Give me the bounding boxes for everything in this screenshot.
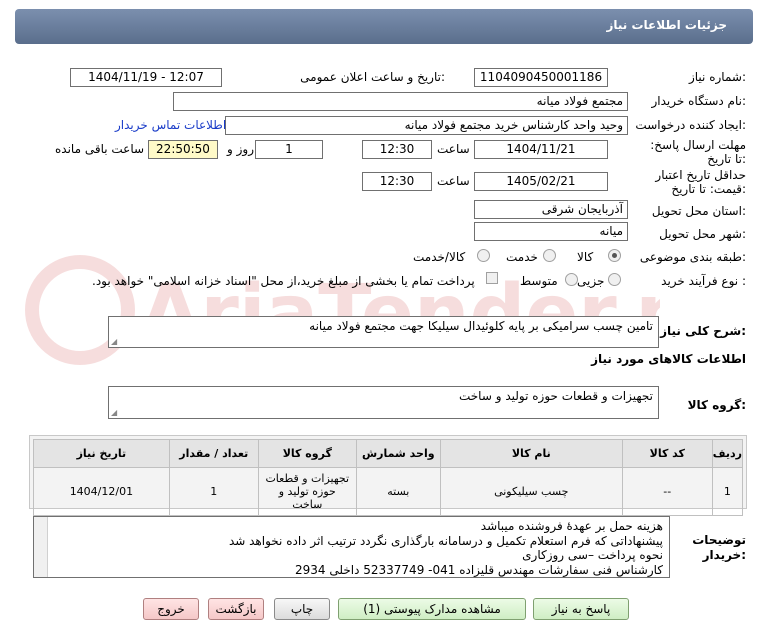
cell-code: -- bbox=[621, 467, 713, 516]
province-field: آذربایجان شرقی bbox=[474, 200, 628, 219]
cell-group: تجهیزات و قطعات حوزه تولید و ساخت bbox=[257, 467, 357, 516]
resize-grip-icon: ◢ bbox=[111, 337, 118, 346]
cell-qty: 1 bbox=[168, 467, 259, 516]
reply-button[interactable]: پاسخ به نیاز bbox=[533, 598, 629, 620]
validity-date-field: 1405/02/21 bbox=[474, 172, 608, 191]
process-radio-medium[interactable] bbox=[565, 273, 578, 286]
province-label: استان محل تحویل: bbox=[651, 204, 746, 218]
category-label: طبقه بندی موضوعی: bbox=[639, 250, 746, 264]
goods-info-heading: اطلاعات کالاهای مورد نیاز bbox=[591, 352, 746, 366]
city-label: شهر محل تحویل: bbox=[659, 227, 746, 241]
buyer-label: نام دستگاه خریدار: bbox=[651, 94, 747, 108]
notes-line: کارشناس فنی سفارشات مهندس قلیزاده 041- 5… bbox=[295, 562, 663, 577]
deadline-date-field: 1404/11/21 bbox=[474, 140, 608, 159]
description-text: تامین چسب سرامیکی بر پایه کلوئیدال سیلیک… bbox=[309, 319, 653, 333]
table-header-row: ردیف کد کالا نام کالا واحد شمارش گروه کا… bbox=[33, 439, 744, 468]
view-attachments-button[interactable]: مشاهده مدارک پیوستی (1) bbox=[338, 598, 526, 620]
validity-time-label: ساعت bbox=[437, 174, 470, 188]
validity-label: حداقل تاریخ اعتبار قیمت: تا تاریخ: bbox=[655, 168, 746, 196]
deadline-label: مهلت ارسال پاسخ: تا تاریخ: bbox=[650, 138, 746, 166]
resize-grip-icon: ◢ bbox=[111, 408, 118, 417]
creator-label: ایجاد کننده درخواست: bbox=[635, 118, 746, 132]
notes-box[interactable]: هزینه حمل بر عهدهٔ فروشنده میباشد پیشنها… bbox=[33, 516, 670, 578]
items-table: ردیف کد کالا نام کالا واحد شمارش گروه کا… bbox=[33, 439, 744, 516]
page-title: جزئیات اطلاعات نیاز bbox=[606, 18, 727, 32]
print-button[interactable]: چاپ bbox=[274, 598, 330, 620]
col-group: گروه کالا bbox=[257, 439, 357, 468]
table-row[interactable]: 1 -- چسب سیلیکونی بسته تجهیزات و قطعات ح… bbox=[33, 467, 744, 516]
category-radio-goods[interactable] bbox=[608, 249, 621, 262]
days-label: روز و bbox=[227, 142, 254, 156]
col-row: ردیف bbox=[711, 439, 744, 468]
notes-line: پیشنهاداتی که فرم استعلام تکمیل و درساما… bbox=[228, 533, 663, 548]
need-number-label: شماره نیاز: bbox=[688, 70, 746, 84]
buyer-field: مجتمع فولاد میانه bbox=[173, 92, 628, 111]
announce-label: تاریخ و ساعت اعلان عمومی: bbox=[300, 70, 445, 84]
page-header: جزئیات اطلاعات نیاز bbox=[15, 9, 753, 44]
notes-line: هزینه حمل بر عهدهٔ فروشنده میباشد bbox=[480, 519, 663, 533]
cell-date: 1404/12/01 bbox=[33, 467, 170, 516]
col-name: نام کالا bbox=[439, 439, 623, 468]
description-label: شرح کلی نیاز: bbox=[660, 324, 746, 338]
exit-button[interactable]: خروج bbox=[143, 598, 199, 620]
goods-group-textarea[interactable]: تجهیزات و قطعات حوزه تولید و ساخت ◢ bbox=[108, 386, 659, 419]
process-option-minor: جزیی bbox=[577, 274, 605, 288]
description-textarea[interactable]: تامین چسب سرامیکی بر پایه کلوئیدال سیلیک… bbox=[108, 316, 659, 348]
goods-group-label: گروه کالا: bbox=[687, 398, 746, 412]
goods-group-text: تجهیزات و قطعات حوزه تولید و ساخت bbox=[458, 389, 653, 403]
remaining-time-field: 22:50:50 bbox=[148, 140, 218, 159]
remaining-label: ساعت باقی مانده bbox=[55, 142, 145, 156]
process-label: نوع فرآیند خرید : bbox=[661, 274, 746, 288]
category-radio-service[interactable] bbox=[543, 249, 556, 262]
col-unit: واحد شمارش bbox=[355, 439, 441, 468]
watermark-logo: AriaTender.net bbox=[25, 255, 660, 365]
cell-row: 1 bbox=[711, 467, 744, 516]
cell-unit: بسته bbox=[355, 467, 441, 516]
notes-scrollbar[interactable] bbox=[34, 517, 48, 577]
deadline-time-label: ساعت bbox=[437, 142, 470, 156]
notes-line: نحوه پرداخت –سی روزکاری bbox=[522, 548, 663, 562]
treasury-payment-note: پرداخت تمام یا بخشی از مبلغ خرید،از محل … bbox=[92, 274, 475, 288]
creator-field: وحید واحد کارشناس خرید مجتمع فولاد میانه bbox=[225, 116, 628, 135]
process-option-medium: متوسط bbox=[520, 274, 558, 288]
col-qty: تعداد / مقدار bbox=[168, 439, 259, 468]
deadline-time-field: 12:30 bbox=[362, 140, 432, 159]
category-option-goods-service: کالا/خدمت bbox=[413, 250, 466, 264]
announce-field: 1404/11/19 - 12:07 bbox=[70, 68, 222, 87]
process-radio-minor[interactable] bbox=[608, 273, 621, 286]
cell-name: چسب سیلیکونی bbox=[439, 467, 623, 516]
city-field: میانه bbox=[474, 222, 628, 241]
col-code: کد کالا bbox=[621, 439, 713, 468]
notes-label: توضیحات خریدار: bbox=[692, 533, 746, 562]
contact-buyer-link[interactable]: اطلاعات تماس خریدار bbox=[115, 118, 226, 132]
category-radio-goods-service[interactable] bbox=[477, 249, 490, 262]
need-number-field: 1104090450001186 bbox=[474, 68, 608, 87]
validity-time-field: 12:30 bbox=[362, 172, 432, 191]
back-button[interactable]: بازگشت bbox=[208, 598, 264, 620]
col-date: تاریخ نیاز bbox=[33, 439, 170, 468]
treasury-payment-checkbox[interactable] bbox=[486, 272, 498, 284]
category-option-goods: کالا bbox=[577, 250, 594, 264]
category-option-service: خدمت bbox=[506, 250, 538, 264]
days-field: 1 bbox=[255, 140, 323, 159]
